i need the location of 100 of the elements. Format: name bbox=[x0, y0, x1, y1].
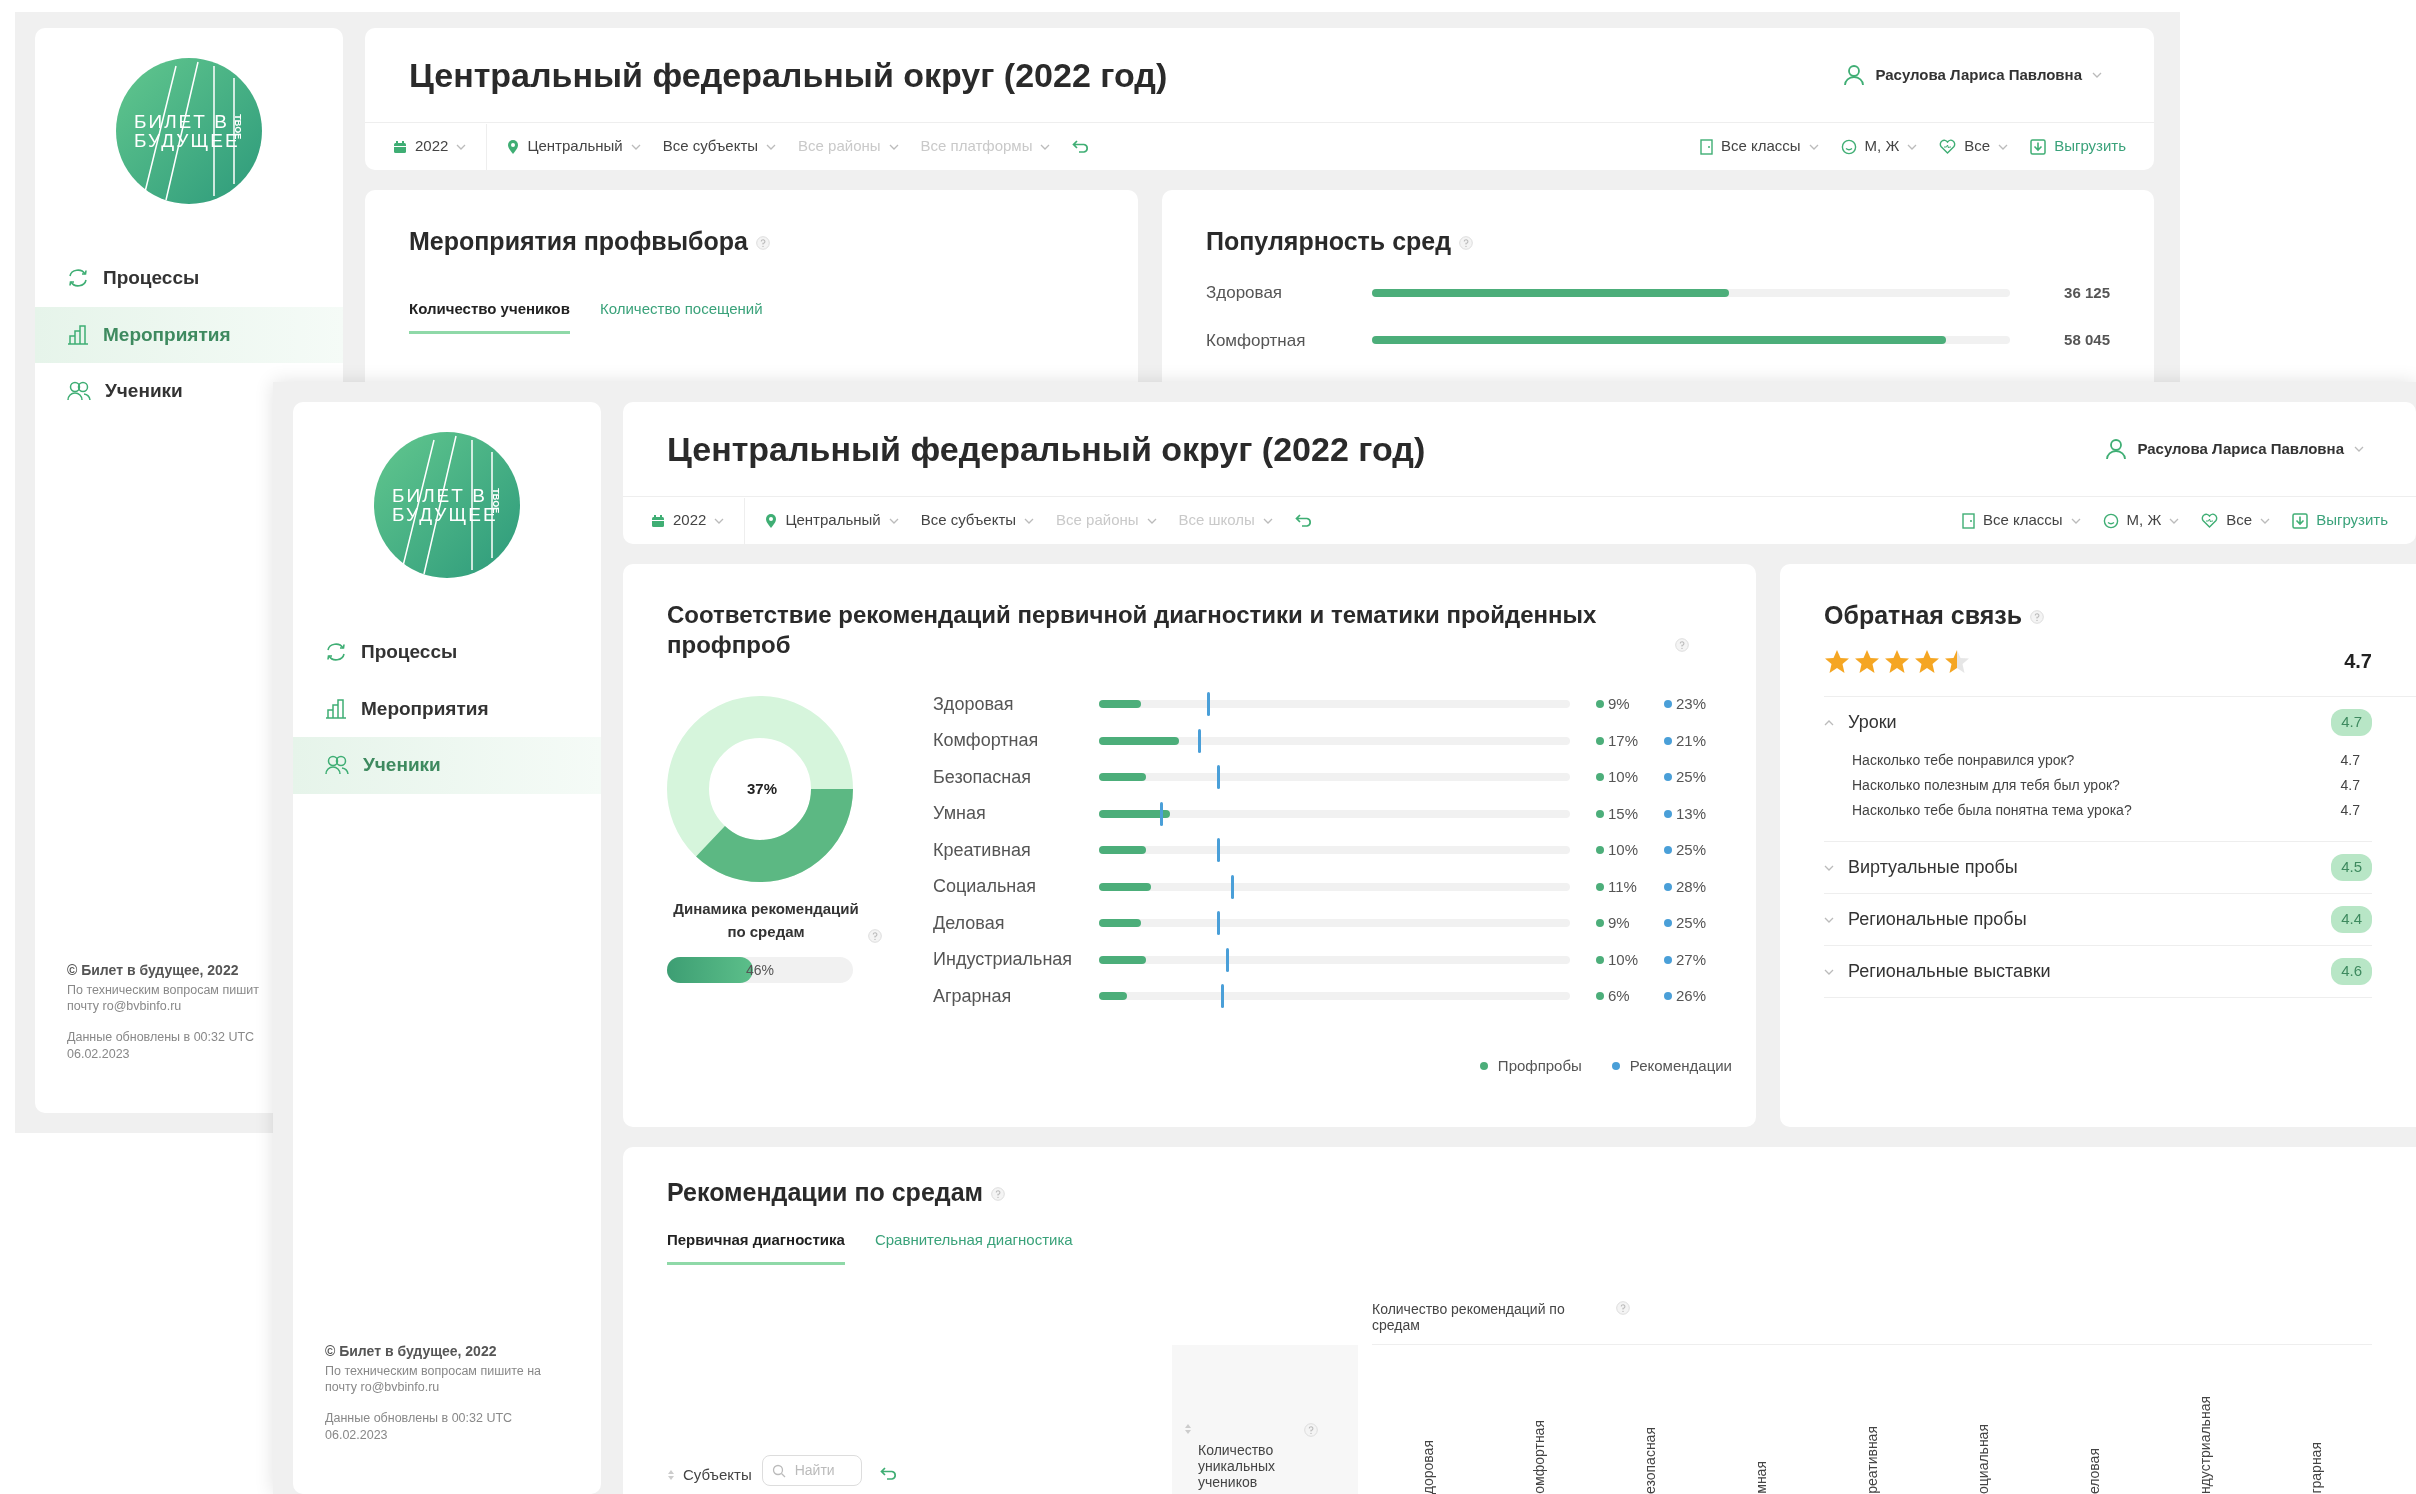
smiley-icon bbox=[1840, 138, 1857, 155]
chevron-icon bbox=[1262, 517, 1273, 524]
sync-arrows-icon bbox=[67, 268, 89, 289]
card-title: Обратная связь bbox=[1824, 600, 2023, 630]
percent-value: 25% bbox=[1676, 913, 1707, 933]
column-header: мная bbox=[1753, 1461, 1768, 1494]
row-label: Здоровая bbox=[1206, 282, 1284, 304]
nav-item[interactable]: Мероприятия bbox=[293, 680, 521, 737]
chevron-icon bbox=[1024, 517, 1035, 524]
search-icon bbox=[771, 1464, 786, 1478]
sort-header[interactable]: Субъекты bbox=[667, 1463, 752, 1486]
filter-dropdown[interactable]: Все субъекты bbox=[912, 505, 1043, 536]
accordion-header[interactable]: Уроки 4.7 bbox=[1824, 709, 2372, 736]
percent-value: 9% bbox=[1608, 694, 1630, 714]
tab[interactable]: Количество учеников bbox=[409, 298, 570, 334]
undo-icon[interactable] bbox=[1072, 138, 1091, 155]
help-icon bbox=[2030, 610, 2045, 624]
door-icon bbox=[1699, 138, 1713, 155]
download-icon bbox=[2292, 512, 2309, 529]
download-icon bbox=[2030, 138, 2047, 155]
rating-value: 4.7 bbox=[2344, 649, 2372, 674]
tab[interactable]: Первичная диагностика bbox=[667, 1229, 845, 1265]
heart-icon bbox=[1939, 139, 1957, 154]
filter-dropdown[interactable]: 2022 bbox=[385, 131, 475, 162]
score-pill: 4.5 bbox=[2331, 854, 2372, 881]
accordion-header[interactable]: Виртуальные пробы 4.5 bbox=[1824, 854, 2372, 881]
percent-value: 27% bbox=[1676, 949, 1707, 970]
column-header: оциальная bbox=[1976, 1424, 1991, 1494]
nav-item[interactable]: Процессы bbox=[35, 250, 232, 307]
chevron-icon bbox=[1824, 864, 1834, 871]
nav-item[interactable]: Ученики bbox=[35, 363, 215, 420]
filter-dropdown[interactable]: Все bbox=[1931, 131, 2017, 162]
filter-dropdown[interactable]: 2022 bbox=[643, 505, 733, 536]
star-icon bbox=[1824, 648, 1850, 674]
help-icon bbox=[1675, 638, 1689, 652]
help-icon bbox=[991, 1187, 1006, 1201]
people-icon bbox=[325, 755, 349, 776]
chevron-icon bbox=[630, 143, 641, 150]
calendar-icon bbox=[393, 139, 407, 154]
location-pin-icon bbox=[765, 512, 778, 529]
filter-dropdown[interactable]: Центральный bbox=[499, 131, 649, 162]
nav-item[interactable]: Ученики bbox=[293, 737, 601, 794]
column-header: ндустриальная bbox=[2198, 1395, 2213, 1494]
chart-caption: Динамика рекомендаций по средам bbox=[672, 899, 860, 942]
support-text: почту ro@bvbinfo.ru bbox=[67, 998, 183, 1016]
filter-dropdown[interactable]: Все классы bbox=[1953, 505, 2089, 536]
door-icon bbox=[1961, 512, 1975, 529]
chevron-icon bbox=[888, 143, 899, 150]
filter-dropdown[interactable]: Центральный bbox=[757, 505, 907, 536]
question-text: Насколько полезным для тебя был урок? bbox=[1852, 776, 2120, 795]
nav-item[interactable]: Процессы bbox=[293, 624, 490, 681]
help-icon bbox=[1459, 236, 1474, 250]
percent-value: 13% bbox=[1676, 803, 1707, 824]
update-text: Данные обновлены в 00:32 UTC bbox=[325, 1410, 514, 1428]
user-icon bbox=[1843, 64, 1866, 86]
question-score: 4.7 bbox=[2340, 801, 2360, 820]
support-text: почту ro@bvbinfo.ru bbox=[325, 1379, 441, 1397]
star-icon bbox=[1914, 648, 1940, 674]
percent-value: 15% bbox=[1608, 803, 1639, 824]
sort-icon bbox=[667, 1468, 675, 1481]
percent-value: 6% bbox=[1608, 986, 1630, 1006]
row-label: Аграрная bbox=[933, 984, 1013, 1008]
accordion-header[interactable]: Региональные пробы 4.4 bbox=[1824, 906, 2372, 933]
bar-chart-icon bbox=[325, 698, 347, 719]
chevron-icon bbox=[2260, 517, 2271, 524]
sync-arrows-icon bbox=[325, 642, 347, 663]
filter-dropdown[interactable]: Все bbox=[2193, 505, 2279, 536]
filter-dropdown[interactable]: М, Ж bbox=[2094, 505, 2188, 536]
question-text: Насколько тебе была понятна тема урока? bbox=[1852, 801, 2132, 820]
chevron-icon bbox=[2070, 517, 2081, 524]
card-title: Популярность сред bbox=[1206, 226, 1452, 256]
chevron-icon bbox=[1146, 517, 1157, 524]
column-header: еловая bbox=[2087, 1447, 2102, 1494]
chevron-icon bbox=[714, 517, 725, 524]
row-label: Социальная bbox=[933, 875, 1037, 899]
chevron-icon bbox=[1808, 143, 1819, 150]
user-menu[interactable]: Расулова Лариса Павловна bbox=[2099, 436, 2370, 462]
calendar-icon bbox=[651, 513, 665, 528]
search-field[interactable]: Найти bbox=[761, 1455, 862, 1486]
row-label: Безопасная bbox=[933, 765, 1032, 789]
user-menu[interactable]: Расулова Лариса Павловна bbox=[1837, 62, 2108, 88]
row-label: Умная bbox=[933, 802, 987, 826]
donut-label: 37% bbox=[747, 779, 778, 799]
help-icon bbox=[1304, 1422, 1318, 1437]
column-header: доровая bbox=[1420, 1439, 1435, 1494]
chevron-icon bbox=[1998, 143, 2009, 150]
accordion-header[interactable]: Региональные выставки 4.6 bbox=[1824, 958, 2372, 985]
percent-value: 28% bbox=[1676, 876, 1707, 897]
nav-item[interactable]: Мероприятия bbox=[35, 306, 343, 363]
filter-dropdown[interactable]: Все классы bbox=[1691, 131, 1827, 162]
undo-icon[interactable] bbox=[1294, 512, 1313, 529]
help-icon bbox=[868, 929, 882, 943]
legend-label: Профпробы bbox=[1497, 1055, 1582, 1076]
filter-dropdown[interactable]: М, Ж bbox=[1832, 131, 1926, 162]
undo-icon[interactable] bbox=[879, 1466, 898, 1482]
star-icon bbox=[1944, 648, 1970, 674]
column-header: грарная bbox=[2309, 1442, 2324, 1494]
score-pill: 4.6 bbox=[2331, 958, 2372, 985]
score-pill: 4.4 bbox=[2331, 906, 2372, 933]
filter-dropdown[interactable]: Все субъекты bbox=[654, 131, 785, 162]
